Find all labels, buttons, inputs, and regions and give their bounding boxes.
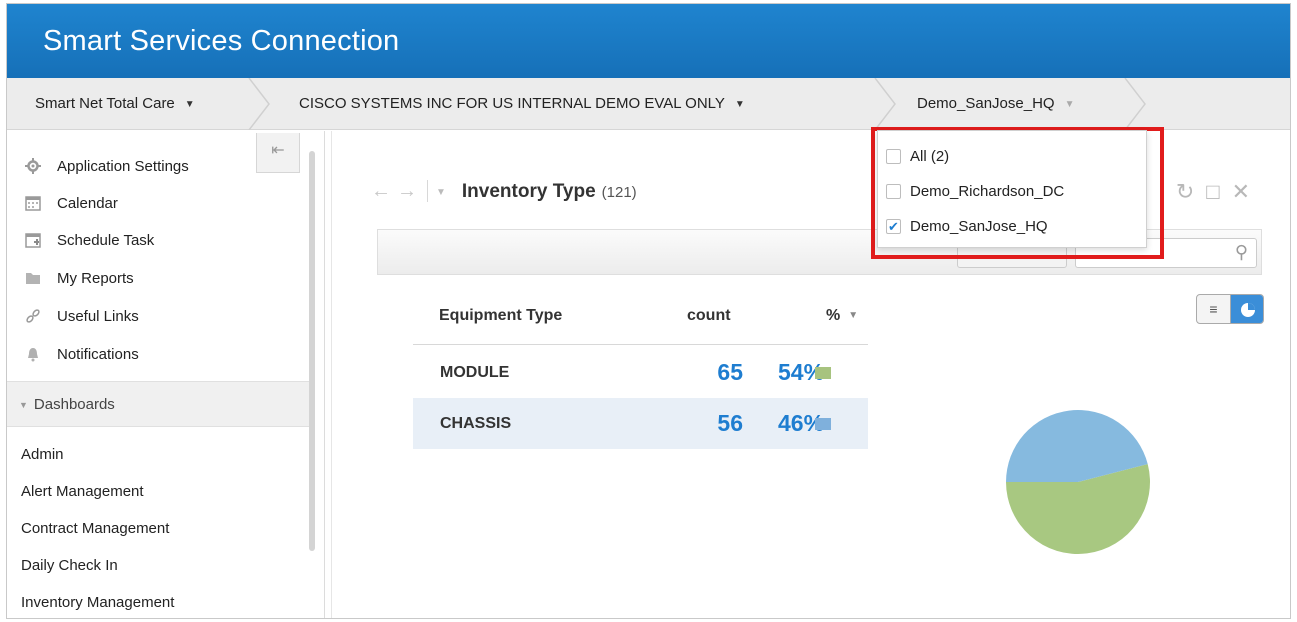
- search-icon[interactable]: ⚲: [1235, 242, 1248, 263]
- panel-count: (121): [601, 184, 637, 201]
- folder-icon: [26, 273, 40, 284]
- percent-cell: 46%: [778, 410, 825, 436]
- sidebar-item-label: Calendar: [57, 195, 118, 212]
- table-row[interactable]: CHASSIS 56 46%: [413, 398, 868, 449]
- sidebar-item-label: Application Settings: [57, 158, 189, 175]
- maximize-icon[interactable]: □: [1206, 179, 1231, 204]
- refresh-icon[interactable]: ↻: [1176, 179, 1206, 204]
- sidebar-scrollbar[interactable]: [309, 151, 315, 551]
- site-option-sanjose-hq[interactable]: Demo_SanJose_HQ: [886, 215, 1048, 239]
- dashboard-item-daily-check-in[interactable]: Daily Check In: [21, 555, 118, 577]
- site-option-richardson-dc[interactable]: Demo_Richardson_DC: [886, 180, 1065, 204]
- dashboard-item-alert-management[interactable]: Alert Management: [21, 481, 144, 503]
- table-view-icon[interactable]: ≡: [1197, 295, 1231, 323]
- sidebar-item-my-reports[interactable]: My Reports: [25, 267, 134, 291]
- chevron-down-icon: ▼: [184, 99, 195, 110]
- checkbox-unchecked-icon[interactable]: [886, 184, 901, 199]
- legend-swatch-module: [815, 367, 831, 379]
- chevron-down-icon[interactable]: ▼: [436, 187, 446, 198]
- panel-title: Inventory Type: [461, 181, 596, 202]
- sidebar-item-useful-links[interactable]: Useful Links: [25, 305, 139, 329]
- sidebar: ⇤ Application Settings Calendar Schedule…: [7, 131, 325, 619]
- breadcrumb-product-label: Smart Net Total Care: [35, 95, 175, 112]
- sidebar-item-label: Useful Links: [57, 308, 139, 325]
- window-controls: ↻□✕: [1176, 179, 1262, 205]
- sidebar-item-schedule-task[interactable]: Schedule Task: [25, 229, 154, 253]
- bell-icon: [28, 348, 38, 362]
- legend-swatch-chassis: [815, 418, 831, 430]
- checkbox-checked-icon[interactable]: [886, 215, 901, 239]
- chevron-down-icon: ▼: [19, 400, 28, 410]
- breadcrumb-separator-icon: [874, 78, 896, 130]
- panel-divider: [331, 131, 332, 618]
- dashboards-header-label: Dashboards: [33, 396, 115, 413]
- sidebar-item-calendar[interactable]: Calendar: [25, 192, 118, 216]
- panel-header: ←→ ▼ Inventory Type (121): [371, 171, 637, 211]
- breadcrumb-account[interactable]: CISCO SYSTEMS INC FOR US INTERNAL DEMO E…: [299, 78, 745, 130]
- dashboards-section-header[interactable]: ▼ Dashboards: [7, 381, 309, 427]
- checkbox-unchecked-icon[interactable]: [886, 149, 901, 164]
- dashboard-item-contract-management[interactable]: Contract Management: [21, 518, 169, 540]
- divider: [427, 180, 428, 202]
- chevron-down-icon: ▼: [734, 99, 745, 110]
- percent-cell: 54%: [778, 359, 825, 385]
- equipment-type-cell: CHASSIS: [440, 415, 512, 432]
- sidebar-item-label: Notifications: [57, 346, 139, 363]
- dashboard-item-admin[interactable]: Admin: [21, 444, 64, 466]
- breadcrumb-separator-icon: [248, 78, 270, 130]
- sidebar-item-label: My Reports: [57, 270, 134, 287]
- column-header-percent-label: %: [826, 307, 841, 324]
- breadcrumb-site-label: Demo_SanJose_HQ: [917, 95, 1055, 112]
- count-cell: 56: [717, 410, 743, 436]
- sort-desc-icon: ▼: [848, 310, 859, 321]
- app-title: Smart Services Connection: [43, 25, 400, 57]
- active-item-indicator: [27, 618, 213, 619]
- title-bar: Smart Services Connection: [7, 4, 1290, 78]
- table-row[interactable]: MODULE 65 54%: [413, 347, 868, 398]
- breadcrumb-site[interactable]: Demo_SanJose_HQ ▼: [917, 78, 1074, 130]
- inventory-pie-chart: [1006, 409, 1150, 554]
- breadcrumb-product[interactable]: Smart Net Total Care ▼: [35, 78, 195, 130]
- collapse-sidebar-icon[interactable]: ⇤: [256, 133, 300, 173]
- breadcrumb-separator-icon: [1124, 78, 1146, 130]
- schedule-icon: [25, 233, 41, 248]
- breadcrumb-account-label: CISCO SYSTEMS INC FOR US INTERNAL DEMO E…: [299, 95, 725, 112]
- site-option-label: Demo_Richardson_DC: [910, 183, 1065, 200]
- sidebar-item-notifications[interactable]: Notifications: [25, 343, 139, 367]
- site-option-label: All (2): [910, 148, 950, 165]
- back-forward-icon[interactable]: ←→: [371, 180, 423, 202]
- site-option-label: Demo_SanJose_HQ: [910, 218, 1048, 235]
- sidebar-item-application-settings[interactable]: Application Settings: [25, 155, 189, 179]
- gear-icon: [25, 158, 41, 174]
- count-cell: 65: [717, 359, 743, 385]
- dashboard-item-inventory-management[interactable]: Inventory Management: [21, 592, 174, 614]
- column-header-count[interactable]: count: [687, 307, 731, 325]
- link-icon: [26, 309, 40, 323]
- chevron-down-icon: ▼: [1064, 99, 1075, 110]
- calendar-icon: [25, 196, 41, 211]
- table-header-divider: [413, 344, 868, 345]
- view-toggle: ≡: [1196, 294, 1264, 324]
- equipment-type-cell: MODULE: [440, 364, 510, 381]
- site-dropdown: All (2) Demo_Richardson_DC Demo_SanJose_…: [877, 130, 1147, 248]
- close-icon[interactable]: ✕: [1232, 179, 1262, 204]
- site-option-all[interactable]: All (2): [886, 145, 950, 169]
- breadcrumb: Smart Net Total Care ▼ CISCO SYSTEMS INC …: [7, 78, 1290, 130]
- app-window: Smart Services Connection Smart Net Tota…: [6, 3, 1291, 619]
- column-header-equipment-type[interactable]: Equipment Type: [439, 307, 562, 325]
- pie-view-icon[interactable]: [1231, 295, 1263, 323]
- sidebar-item-label: Schedule Task: [57, 232, 155, 249]
- column-header-percent[interactable]: % ▼: [826, 307, 858, 325]
